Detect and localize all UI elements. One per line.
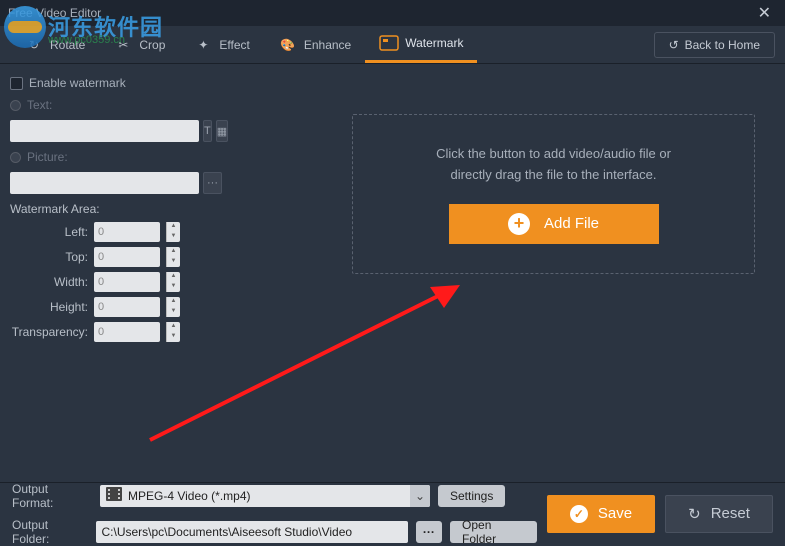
save-button[interactable]: ✓ Save	[547, 495, 655, 533]
tab-enhance-label: Enhance	[304, 38, 351, 52]
reset-button[interactable]: ↻ Reset	[665, 495, 773, 533]
left-input[interactable]: 0	[94, 222, 160, 242]
enable-watermark-label: Enable watermark	[29, 76, 126, 90]
tab-watermark-label: Watermark	[405, 36, 463, 50]
watermark-text-input[interactable]	[10, 120, 199, 142]
tab-watermark[interactable]: Watermark	[365, 26, 477, 63]
browse-picture-button[interactable]: ···	[203, 172, 222, 194]
back-to-home-label: Back to Home	[685, 38, 760, 52]
output-format-dropdown[interactable]: MPEG-4 Video (*.mp4) ⌄	[100, 485, 430, 507]
rotate-icon: ↻	[24, 36, 44, 54]
tab-crop-label: Crop	[139, 38, 165, 52]
transparency-input[interactable]: 0	[94, 322, 160, 342]
tab-rotate-label: Rotate	[50, 38, 85, 52]
titlebar: Free Video Editor ✕	[0, 0, 785, 26]
settings-button[interactable]: Settings	[438, 485, 505, 507]
save-label: Save	[598, 505, 632, 522]
output-folder-label: Output Folder:	[12, 518, 88, 546]
drop-area[interactable]: Click the button to add video/audio file…	[352, 114, 755, 274]
width-stepper[interactable]: ▲▼	[166, 272, 180, 292]
height-input[interactable]: 0	[94, 297, 160, 317]
top-label: Top:	[10, 250, 88, 264]
back-to-home-button[interactable]: ↺ Back to Home	[654, 32, 775, 58]
tab-crop[interactable]: ✂ Crop	[99, 26, 179, 63]
height-label: Height:	[10, 300, 88, 314]
watermark-icon	[379, 34, 399, 52]
reset-label: Reset	[711, 505, 750, 522]
output-format-value: MPEG-4 Video (*.mp4)	[128, 489, 251, 503]
crop-icon: ✂	[113, 36, 133, 54]
reset-icon: ↻	[688, 505, 701, 523]
drop-text-line1: Click the button to add video/audio file…	[436, 144, 671, 165]
open-folder-button[interactable]: Open Folder	[450, 521, 537, 543]
mp4-icon	[106, 487, 122, 504]
tab-rotate[interactable]: ↻ Rotate	[10, 26, 99, 63]
enhance-icon: 🎨	[278, 36, 298, 54]
close-button[interactable]: ✕	[752, 3, 777, 23]
text-radio[interactable]	[10, 100, 21, 111]
add-file-button[interactable]: + Add File	[449, 204, 659, 244]
output-folder-input[interactable]: C:\Users\pc\Documents\Aiseesoft Studio\V…	[96, 521, 408, 543]
bottom-bar: Output Format: MPEG-4 Video (*.mp4) ⌄ Se…	[0, 482, 785, 544]
height-stepper[interactable]: ▲▼	[166, 297, 180, 317]
width-label: Width:	[10, 275, 88, 289]
tab-enhance[interactable]: 🎨 Enhance	[264, 26, 365, 63]
main-content: Enable watermark Text: T ▦ Picture: ··· …	[0, 64, 785, 482]
tab-effect[interactable]: ✦ Effect	[179, 26, 263, 63]
app-title: Free Video Editor	[8, 6, 101, 20]
tab-effect-label: Effect	[219, 38, 249, 52]
color-button[interactable]: ▦	[216, 120, 228, 142]
watermark-area-label: Watermark Area:	[10, 202, 222, 216]
top-input[interactable]: 0	[94, 247, 160, 267]
picture-radio[interactable]	[10, 152, 21, 163]
browse-folder-button[interactable]: ···	[416, 521, 442, 543]
left-stepper[interactable]: ▲▼	[166, 222, 180, 242]
watermark-picture-input[interactable]	[10, 172, 199, 194]
top-stepper[interactable]: ▲▼	[166, 247, 180, 267]
left-label: Left:	[10, 225, 88, 239]
transparency-label: Transparency:	[10, 325, 88, 339]
toolbar: ↻ Rotate ✂ Crop ✦ Effect 🎨 Enhance Water…	[0, 26, 785, 64]
add-file-label: Add File	[544, 215, 599, 232]
preview-panel: Click the button to add video/audio file…	[232, 64, 785, 482]
chevron-down-icon: ⌄	[410, 485, 430, 507]
text-label: Text:	[27, 98, 52, 112]
width-input[interactable]: 0	[94, 272, 160, 292]
output-format-label: Output Format:	[12, 482, 92, 510]
font-button[interactable]: T	[203, 120, 212, 142]
drop-text-line2: directly drag the file to the interface.	[436, 165, 671, 186]
enable-watermark-checkbox[interactable]	[10, 77, 23, 90]
back-icon: ↺	[669, 38, 679, 52]
plus-icon: +	[508, 213, 530, 235]
effect-icon: ✦	[193, 36, 213, 54]
picture-label: Picture:	[27, 150, 68, 164]
transparency-stepper[interactable]: ▲▼	[166, 322, 180, 342]
check-icon: ✓	[570, 505, 588, 523]
drop-instruction: Click the button to add video/audio file…	[436, 144, 671, 186]
watermark-panel: Enable watermark Text: T ▦ Picture: ··· …	[0, 64, 232, 482]
